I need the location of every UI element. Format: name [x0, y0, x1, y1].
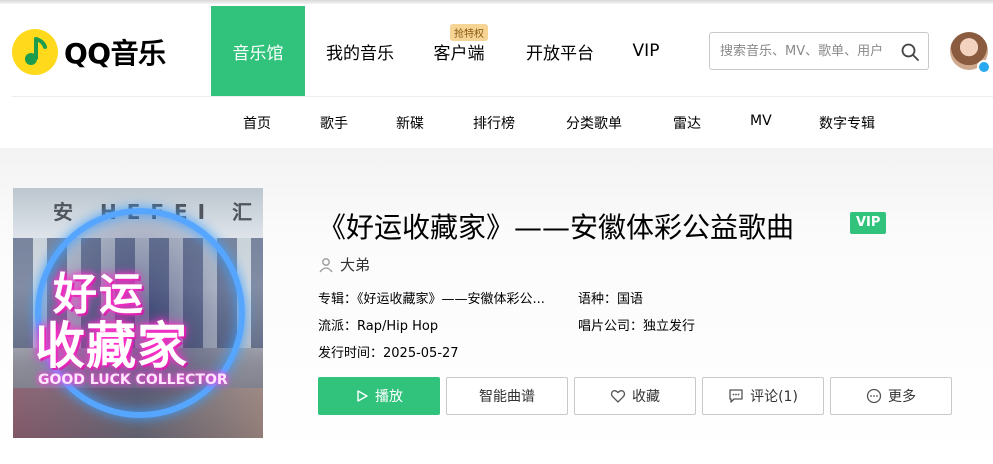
subnav-digital-albums[interactable]: 数字专辑: [819, 113, 875, 133]
genre-label: 流派：: [318, 319, 358, 334]
more-label: 更多: [888, 389, 916, 405]
subnav-radar[interactable]: 雷达: [673, 113, 701, 133]
release-date-label: 发行时间：: [318, 346, 384, 361]
nav-client-label: 客户端: [433, 43, 485, 64]
top-header: QQ音乐 音乐馆 我的音乐 客户端 抢特权 开放平台 VIP: [0, 4, 993, 96]
user-status-icon: [977, 60, 991, 74]
album-info: 专辑：《好运收藏家》——安徽体彩公...: [318, 288, 545, 307]
subnav-mv[interactable]: MV: [750, 113, 772, 129]
singer-icon: [319, 257, 333, 272]
search-icon[interactable]: [900, 42, 920, 62]
subnav-charts[interactable]: 排行榜: [473, 113, 515, 133]
genre-info: 流派：Rap/Hip Hop: [318, 315, 438, 334]
nav-music-hall[interactable]: 音乐馆: [211, 6, 305, 96]
cover-title-line2: 收藏家: [35, 317, 188, 375]
genre-link[interactable]: Rap/Hip Hop: [357, 319, 438, 334]
main-nav: 音乐馆 我的音乐 客户端 抢特权 开放平台 VIP: [211, 6, 677, 96]
subnav-home[interactable]: 首页: [243, 113, 271, 133]
smart-sheet-label: 智能曲谱: [479, 389, 535, 405]
language-info: 语种：国语: [578, 288, 643, 307]
search-input[interactable]: [720, 42, 900, 60]
comment-label: 评论(1): [750, 389, 798, 405]
vip-tag: VIP: [850, 212, 887, 234]
privilege-badge: 抢特权: [450, 24, 488, 41]
logo-text: QQ音乐: [64, 37, 166, 70]
more-icon: [866, 388, 882, 404]
release-date-info: 发行时间：2025-05-27: [318, 342, 459, 361]
subnav-playlists[interactable]: 分类歌单: [566, 113, 622, 133]
play-label: 播放: [375, 389, 403, 405]
album-link[interactable]: 《好运收藏家》——安徽体彩公...: [357, 292, 545, 307]
heart-icon: [610, 390, 626, 403]
comment-icon: [729, 389, 743, 403]
company-label: 唱片公司：: [578, 319, 644, 334]
play-icon: [357, 390, 368, 402]
company-value: 独立发行: [643, 319, 696, 334]
comment-button[interactable]: 评论(1): [702, 377, 824, 415]
more-button[interactable]: 更多: [830, 377, 952, 415]
logo-note-icon: [12, 29, 58, 75]
song-detail: 安 HEFEI 汇 好运 收藏家 GOOD LUCK COLLECTOR 《好运…: [0, 148, 993, 464]
release-date-value: 2025-05-27: [383, 346, 459, 361]
album-label: 专辑：: [318, 292, 358, 307]
smart-sheet-button[interactable]: 智能曲谱: [446, 377, 568, 415]
nav-vip[interactable]: VIP: [615, 6, 677, 96]
favorite-label: 收藏: [632, 389, 660, 405]
cover-subtitle: GOOD LUCK COLLECTOR: [38, 372, 228, 388]
nav-open-platform[interactable]: 开放平台: [505, 6, 615, 96]
subnav-new-albums[interactable]: 新碟: [396, 113, 424, 133]
company-info: 唱片公司：独立发行: [578, 315, 695, 334]
search-box: [709, 32, 929, 70]
subnav-singers[interactable]: 歌手: [320, 113, 348, 133]
nav-client[interactable]: 客户端 抢特权: [413, 6, 505, 96]
song-title: 《好运收藏家》——安徽体彩公益歌曲: [318, 211, 795, 244]
nav-my-music[interactable]: 我的音乐: [307, 6, 413, 96]
singer-name: 大弟: [340, 256, 371, 274]
language-label: 语种：: [578, 292, 618, 307]
sub-nav: 首页 歌手 新碟 排行榜 分类歌单 雷达 MV 数字专辑: [0, 96, 993, 148]
qq-music-logo[interactable]: QQ音乐: [12, 28, 166, 76]
favorite-button[interactable]: 收藏: [574, 377, 696, 415]
play-button[interactable]: 播放: [318, 377, 440, 415]
album-cover[interactable]: 安 HEFEI 汇 好运 收藏家 GOOD LUCK COLLECTOR: [13, 188, 263, 438]
singer[interactable]: 大弟: [318, 254, 370, 275]
divider: [12, 96, 993, 97]
language-value: 国语: [617, 292, 644, 307]
